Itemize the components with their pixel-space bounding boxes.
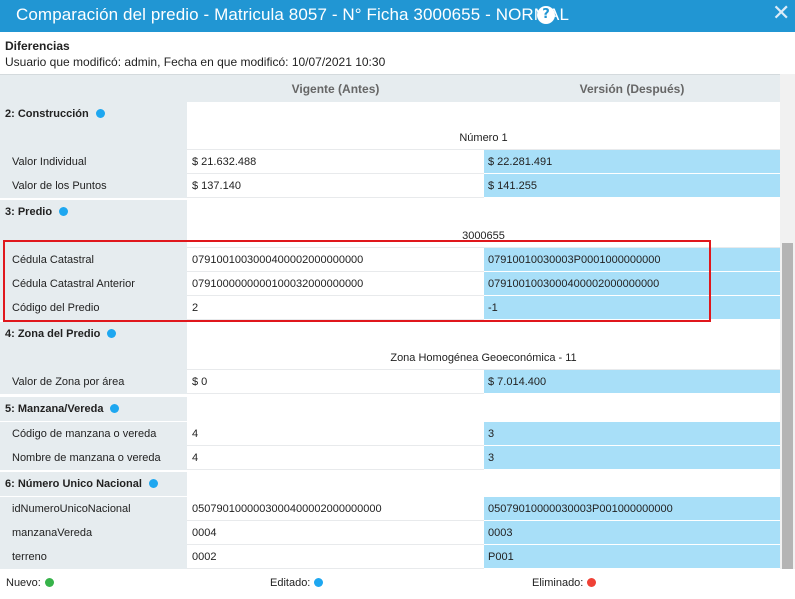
subsection-title: Zona Homogénea Geoeconómica - 11 bbox=[187, 346, 780, 370]
edited-dot-icon bbox=[59, 207, 69, 216]
before-value: 4 bbox=[187, 446, 484, 470]
section-row-manzana: 5: Manzana/Vereda bbox=[0, 397, 780, 421]
modified-by-text: Usuario que modificó: admin, Fecha en qu… bbox=[5, 55, 386, 69]
before-value: 0004 bbox=[187, 521, 484, 545]
edited-dot-icon bbox=[110, 404, 120, 413]
table-row: terreno 0002 P001 bbox=[0, 545, 780, 569]
before-value: $ 21.632.488 bbox=[187, 150, 484, 174]
change-info: Diferencias Usuario que modificó: admin,… bbox=[0, 32, 795, 74]
section-title-text: 4: Zona del Predio bbox=[5, 328, 101, 340]
table-row: Valor de los Puntos $ 137.140 $ 141.255 bbox=[0, 174, 780, 198]
deleted-dot-icon bbox=[587, 578, 597, 587]
section-row-construccion: 2: Construcción bbox=[0, 102, 780, 126]
before-value: $ 0 bbox=[187, 370, 484, 394]
help-icon[interactable]: ? bbox=[537, 6, 555, 24]
table-row: Nombre de manzana o vereda 4 3 bbox=[0, 446, 780, 470]
edited-dot-icon bbox=[95, 109, 105, 118]
field-label: Código de manzana o vereda bbox=[0, 422, 187, 446]
table-header: Vigente (Antes) Versión (Después) bbox=[0, 74, 780, 102]
dialog-title: Comparación del predio - Matricula 8057 … bbox=[16, 5, 570, 24]
after-value: 3 bbox=[484, 446, 780, 470]
before-value: $ 137.140 bbox=[187, 174, 484, 198]
section-title-text: 6: Número Unico Nacional bbox=[5, 478, 142, 490]
section-title-text: 2: Construcción bbox=[5, 108, 89, 120]
table-row: idNumeroUnicoNacional 050790100000300040… bbox=[0, 497, 780, 521]
field-label: Valor de Zona por área bbox=[0, 370, 187, 394]
section-title: 6: Número Unico Nacional bbox=[0, 472, 187, 496]
subsection-row: Número 1 bbox=[0, 126, 780, 150]
legend-new-label: Nuevo: bbox=[6, 577, 41, 589]
field-label: Valor de los Puntos bbox=[0, 174, 187, 198]
comparison-table: 2: Construcción Número 1 Valor Individua… bbox=[0, 102, 780, 569]
section-title: 3: Predio bbox=[0, 200, 187, 224]
after-value: $ 141.255 bbox=[484, 174, 780, 198]
before-value: 0507901000003000400002000000000 bbox=[187, 497, 484, 521]
legend-edited-label: Editado: bbox=[270, 577, 311, 589]
section-title: 5: Manzana/Vereda bbox=[0, 397, 187, 421]
edited-dot-icon bbox=[314, 578, 324, 587]
after-value: 3 bbox=[484, 422, 780, 446]
section-title: 4: Zona del Predio bbox=[0, 322, 187, 346]
before-value: 4 bbox=[187, 422, 484, 446]
table-row: Valor de Zona por área $ 0 $ 7.014.400 bbox=[0, 370, 780, 394]
table-row: manzanaVereda 0004 0003 bbox=[0, 521, 780, 545]
legend-edited: Editado: bbox=[270, 577, 324, 589]
section-row-zona: 4: Zona del Predio bbox=[0, 322, 780, 346]
column-after: Versión (Después) bbox=[579, 82, 685, 96]
new-dot-icon bbox=[44, 578, 54, 587]
subsection-row: Zona Homogénea Geoeconómica - 11 bbox=[0, 346, 780, 370]
legend-deleted: Eliminado: bbox=[532, 577, 597, 589]
table-row: Código de manzana o vereda 4 3 bbox=[0, 422, 780, 446]
legend-new: Nuevo: bbox=[6, 577, 54, 589]
after-value: $ 22.281.491 bbox=[484, 150, 780, 174]
differences-heading: Diferencias bbox=[5, 39, 70, 53]
section-row-predio: 3: Predio bbox=[0, 200, 780, 224]
after-value: P001 bbox=[484, 545, 780, 569]
section-title-text: 3: Predio bbox=[5, 206, 53, 218]
section-row-numero-unico: 6: Número Unico Nacional bbox=[0, 472, 780, 496]
edited-dot-icon bbox=[107, 329, 117, 338]
dialog-titlebar: Comparación del predio - Matricula 8057 … bbox=[0, 0, 795, 32]
legend: Nuevo: Editado: Eliminado: bbox=[0, 569, 795, 599]
legend-deleted-label: Eliminado: bbox=[532, 577, 584, 589]
after-value: 0003 bbox=[484, 521, 780, 545]
table-row: Valor Individual $ 21.632.488 $ 22.281.4… bbox=[0, 150, 780, 174]
section-title-text: 5: Manzana/Vereda bbox=[5, 403, 104, 415]
field-label: Valor Individual bbox=[0, 150, 187, 174]
field-label: terreno bbox=[0, 545, 187, 569]
after-value: $ 7.014.400 bbox=[484, 370, 780, 394]
empty-label-cell bbox=[0, 126, 187, 150]
edited-dot-icon bbox=[148, 479, 158, 488]
subsection-title: Número 1 bbox=[187, 126, 780, 150]
after-value: 05079010000030003P001000000000 bbox=[484, 497, 780, 521]
empty-label-cell bbox=[0, 346, 187, 370]
before-value: 0002 bbox=[187, 545, 484, 569]
close-icon[interactable]: ✕ bbox=[772, 2, 790, 26]
field-label: Nombre de manzana o vereda bbox=[0, 446, 187, 470]
section-title: 2: Construcción bbox=[0, 102, 187, 126]
column-before: Vigente (Antes) bbox=[291, 82, 380, 96]
field-label: idNumeroUnicoNacional bbox=[0, 497, 187, 521]
scrollbar-thumb[interactable] bbox=[782, 243, 793, 569]
field-label: manzanaVereda bbox=[0, 521, 187, 545]
highlight-annotation-box bbox=[3, 240, 711, 322]
